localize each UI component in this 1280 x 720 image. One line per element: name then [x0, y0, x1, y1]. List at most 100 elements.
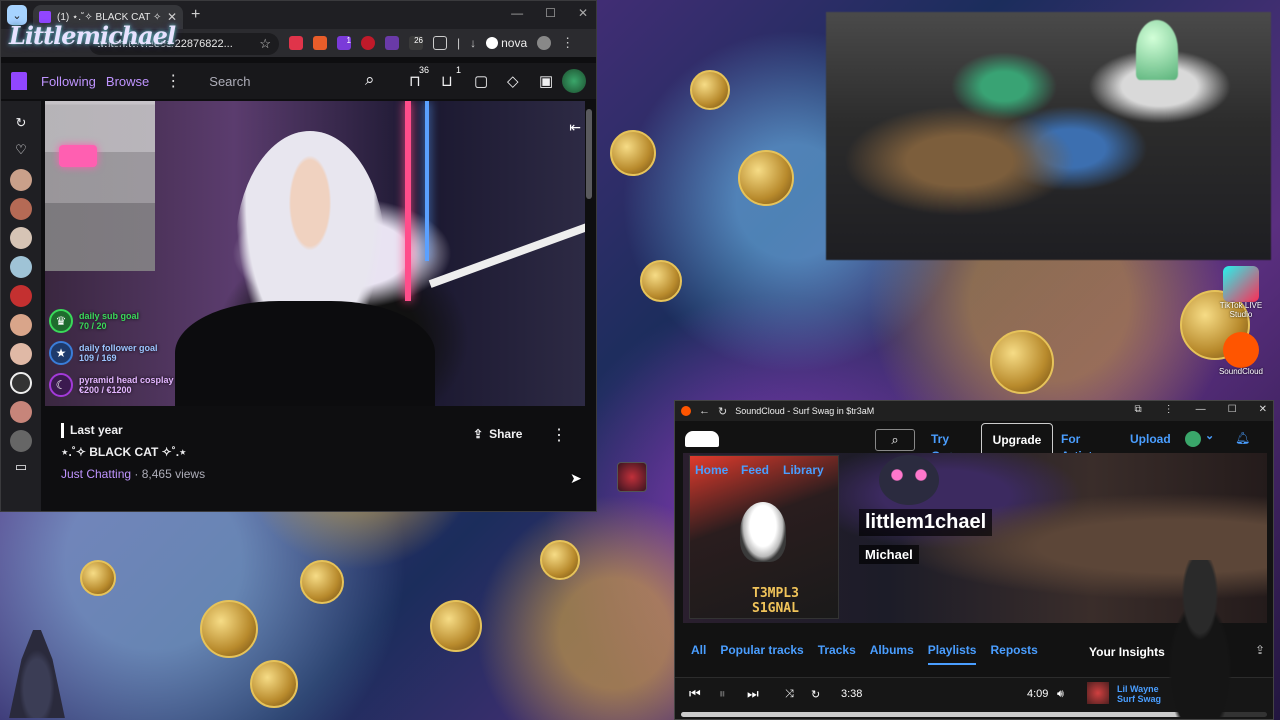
bits-icon[interactable]: ▣	[539, 72, 553, 90]
nav-feed[interactable]: Feed	[741, 463, 769, 477]
channel-avatar[interactable]	[10, 314, 32, 336]
channel-avatar[interactable]	[10, 401, 32, 423]
desktop-icon-label: SoundCloud	[1218, 367, 1264, 376]
goal-item: ★ daily follower goal 109 / 169	[49, 341, 158, 365]
menu-icon[interactable]: ⋮	[1164, 404, 1174, 415]
share-icon[interactable]: ⇪	[1255, 643, 1265, 657]
webcam-feed	[826, 12, 1271, 260]
nav-browse[interactable]: Browse	[106, 74, 149, 89]
whispers-icon[interactable]: ⊔	[441, 72, 453, 90]
soundcloud-logo-icon[interactable]	[685, 431, 719, 447]
nav-home[interactable]: Home	[695, 463, 728, 477]
channel-avatar[interactable]	[10, 343, 32, 365]
shuffle-icon[interactable]: ⤨	[785, 688, 794, 701]
moon-icon: ☾	[49, 373, 73, 397]
close-icon[interactable]: ✕	[1259, 404, 1267, 415]
reload-icon[interactable]: ↻	[718, 405, 727, 418]
new-tab-icon[interactable]: +	[191, 6, 200, 24]
desktop-shortcut-icon[interactable]	[617, 462, 647, 492]
maximize-icon[interactable]: ☐	[1228, 404, 1237, 415]
mouse-cursor-icon: ➤	[570, 470, 582, 486]
url-field[interactable]: twitch.tv/videos/22876822... ☆	[89, 33, 279, 55]
minimize-icon[interactable]: —	[511, 6, 523, 20]
desktop-icon-tiktok[interactable]: TikTok LIVE Studio	[1211, 266, 1271, 320]
channel-avatar[interactable]	[10, 198, 32, 220]
scrollbar[interactable]	[586, 109, 592, 199]
video-camera-icon[interactable]: ▭	[15, 459, 27, 479]
browser-tab[interactable]: (1) ⋆.˚✧ BLACK CAT ✧˚.⋆ - Twitch ✕	[33, 5, 183, 29]
tab-search-icon[interactable]: ⌄	[7, 5, 27, 25]
soundcloud-icon	[1223, 332, 1259, 368]
channel-avatar[interactable]	[10, 430, 32, 452]
extension-badge-icon[interactable]: 26	[409, 36, 423, 50]
tab-tracks[interactable]: Tracks	[818, 643, 856, 665]
upload-link[interactable]: Upload	[1130, 431, 1171, 448]
maximize-icon[interactable]: ☐	[545, 6, 556, 20]
recommended-icon[interactable]: ↻	[16, 115, 27, 135]
back-arrow-icon[interactable]: ←	[699, 405, 710, 417]
bookmark-star-icon[interactable]: ☆	[259, 36, 271, 52]
search-input[interactable]	[209, 73, 360, 89]
twitch-logo-icon[interactable]	[11, 72, 27, 90]
chevron-down-icon[interactable]: ⌄	[1205, 429, 1214, 444]
tv-heart-icon	[59, 145, 97, 167]
record-icon[interactable]	[361, 36, 375, 50]
browser-menu-icon[interactable]: ⋮	[561, 35, 574, 51]
followed-heart-icon[interactable]: ♡	[15, 142, 27, 162]
extensions-icon[interactable]: ⧉	[1135, 404, 1142, 415]
goal-item: ☾ pyramid head cosplay €200 / €1200	[49, 373, 174, 397]
video-date: Last year	[70, 423, 123, 437]
desktop-icon-soundcloud[interactable]: SoundCloud	[1211, 332, 1271, 377]
twitch-favicon-icon	[39, 11, 51, 23]
nova-extension[interactable]: nova	[486, 36, 527, 50]
crown-icon: ♛	[49, 309, 73, 333]
channel-avatar[interactable]	[10, 285, 32, 307]
user-avatar[interactable]	[1185, 431, 1201, 447]
minimize-icon[interactable]: —	[1196, 404, 1206, 415]
profile-avatar[interactable]	[537, 36, 552, 50]
more-options-icon[interactable]: ⋮	[551, 425, 567, 445]
tab-reposts[interactable]: Reposts	[990, 643, 1037, 665]
window-controls: — ☐ ✕	[511, 6, 588, 20]
extensions-puzzle-icon[interactable]	[433, 36, 447, 50]
profile-username: littlem1chael	[859, 509, 993, 536]
tab-popular-tracks[interactable]: Popular tracks	[720, 643, 803, 665]
search-icon[interactable]: ⌕	[365, 70, 375, 90]
extension-icon[interactable]	[313, 36, 327, 50]
tab-all[interactable]: All	[691, 643, 706, 665]
channel-avatar[interactable]	[10, 227, 32, 249]
nav-following[interactable]: Following	[41, 74, 96, 89]
next-track-icon[interactable]: ⏭︎	[747, 686, 759, 702]
share-button[interactable]: ⇪ Share	[473, 427, 522, 441]
previous-track-icon[interactable]: ⏮︎	[689, 686, 701, 702]
collapse-chat-icon[interactable]: ⇤	[569, 119, 581, 136]
channel-avatar[interactable]	[10, 169, 32, 191]
extension-icon[interactable]	[385, 36, 399, 50]
category-link[interactable]: Just Chatting	[61, 467, 131, 481]
user-avatar[interactable]	[562, 69, 586, 93]
nav-library[interactable]: Library	[783, 463, 824, 477]
channel-avatar[interactable]	[10, 372, 32, 394]
extension-icon[interactable]	[289, 36, 303, 50]
notification-bell-icon[interactable]: 🔔︎	[1235, 431, 1250, 445]
tab-albums[interactable]: Albums	[870, 643, 914, 665]
prime-icon[interactable]: ◇	[507, 72, 519, 90]
volume-icon[interactable]: 🔊︎	[1057, 688, 1064, 701]
chat-icon[interactable]: ▢	[474, 72, 488, 90]
download-icon[interactable]: ↓	[470, 36, 476, 50]
pause-icon[interactable]: ⏸︎	[719, 686, 726, 702]
browser-window: ⌄ (1) ⋆.˚✧ BLACK CAT ✧˚.⋆ - Twitch ✕ + —…	[0, 0, 597, 512]
url-text: twitch.tv/videos/22876822...	[97, 38, 233, 50]
track-artwork[interactable]	[1087, 682, 1109, 704]
track-duration: 4:09	[1027, 688, 1049, 700]
tab-playlists[interactable]: Playlists	[927, 643, 977, 665]
more-options-icon[interactable]: ⋮	[165, 71, 181, 91]
close-icon[interactable]: ✕	[578, 6, 588, 20]
search-button[interactable]: ⌕	[875, 429, 915, 451]
video-player[interactable]: ⇤ ♛ daily sub goal 70 / 20 ★ daily follo…	[45, 101, 585, 406]
channel-avatar[interactable]	[10, 256, 32, 278]
extension-badge-icon[interactable]: 1	[337, 36, 351, 50]
goal-value: 70 / 20	[79, 321, 107, 331]
repeat-icon[interactable]: ↻	[811, 688, 820, 701]
tab-close-icon[interactable]: ✕	[167, 10, 177, 24]
